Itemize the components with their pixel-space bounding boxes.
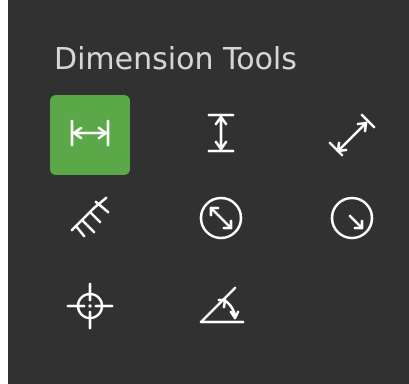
aligned-dimension-icon — [322, 103, 382, 168]
rotated-dimension-tool[interactable] — [50, 180, 130, 260]
radius-dimension-icon — [322, 188, 382, 253]
vertical-dimension-tool[interactable] — [181, 95, 261, 175]
vertical-dimension-icon — [191, 103, 251, 168]
diameter-dimension-tool[interactable] — [181, 180, 261, 260]
dimension-tools-panel: Dimension Tools — [8, 0, 409, 384]
angular-dimension-icon — [191, 276, 251, 341]
horizontal-dimension-tool[interactable] — [50, 95, 130, 175]
angular-dimension-tool[interactable] — [181, 268, 261, 348]
center-mark-icon — [60, 276, 120, 341]
rotated-dimension-icon — [60, 188, 120, 253]
panel-title: Dimension Tools — [54, 42, 297, 77]
diameter-dimension-icon — [191, 188, 251, 253]
horizontal-dimension-icon — [60, 103, 120, 168]
center-mark-tool[interactable] — [50, 268, 130, 348]
aligned-dimension-tool[interactable] — [312, 95, 392, 175]
radius-dimension-tool[interactable] — [312, 180, 392, 260]
